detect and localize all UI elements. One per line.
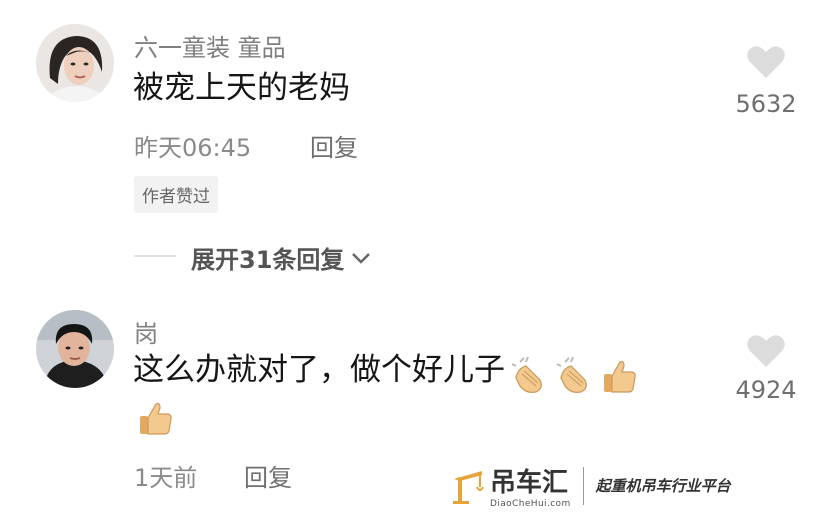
thumbs-up-emoji bbox=[140, 402, 172, 435]
comment-text: 这么办就对了，做个好儿子 bbox=[133, 352, 505, 388]
heart-icon bbox=[747, 335, 785, 367]
watermark-title: 吊车汇 bbox=[490, 468, 569, 498]
divider bbox=[134, 255, 176, 257]
avatar[interactable] bbox=[36, 24, 114, 102]
comment-emoji-overflow bbox=[136, 398, 176, 438]
thumbs-up-emoji bbox=[604, 360, 637, 393]
watermark: 吊车汇 DiaoCheHui.com 起重机吊车行业平台 bbox=[452, 462, 731, 509]
like-count: 4924 bbox=[735, 376, 797, 404]
reply-button[interactable]: 回复 bbox=[310, 128, 358, 163]
watermark-divider bbox=[582, 466, 584, 505]
username[interactable]: 六一童装 童品 bbox=[134, 28, 286, 63]
crane-logo-icon bbox=[453, 470, 484, 504]
avatar[interactable] bbox=[36, 310, 114, 388]
comment-time: 昨天06:45 bbox=[134, 134, 252, 162]
author-liked-badge: 作者赞过 bbox=[134, 176, 218, 213]
clapping-hands-emoji bbox=[556, 356, 588, 393]
clapping-hands-emoji bbox=[511, 356, 543, 393]
comment-body: 这么办就对了，做个好儿子 bbox=[133, 352, 640, 396]
expand-replies-button[interactable]: 展开31条回复 bbox=[191, 240, 372, 275]
comment-text: 被宠上天的老妈 bbox=[133, 70, 350, 106]
comment-time: 1天前 bbox=[134, 464, 198, 492]
expand-replies-label: 展开31条回复 bbox=[191, 246, 345, 274]
reply-button[interactable]: 回复 bbox=[244, 458, 292, 493]
username[interactable]: 岗 bbox=[134, 314, 158, 349]
chevron-down-icon bbox=[352, 252, 371, 264]
like-button[interactable] bbox=[734, 333, 798, 373]
watermark-slogan: 起重机吊车行业平台 bbox=[595, 477, 731, 495]
like-count: 5632 bbox=[735, 90, 797, 118]
watermark-site: DiaoCheHui.com bbox=[490, 499, 571, 509]
like-button[interactable] bbox=[734, 44, 798, 84]
heart-icon bbox=[747, 46, 785, 78]
